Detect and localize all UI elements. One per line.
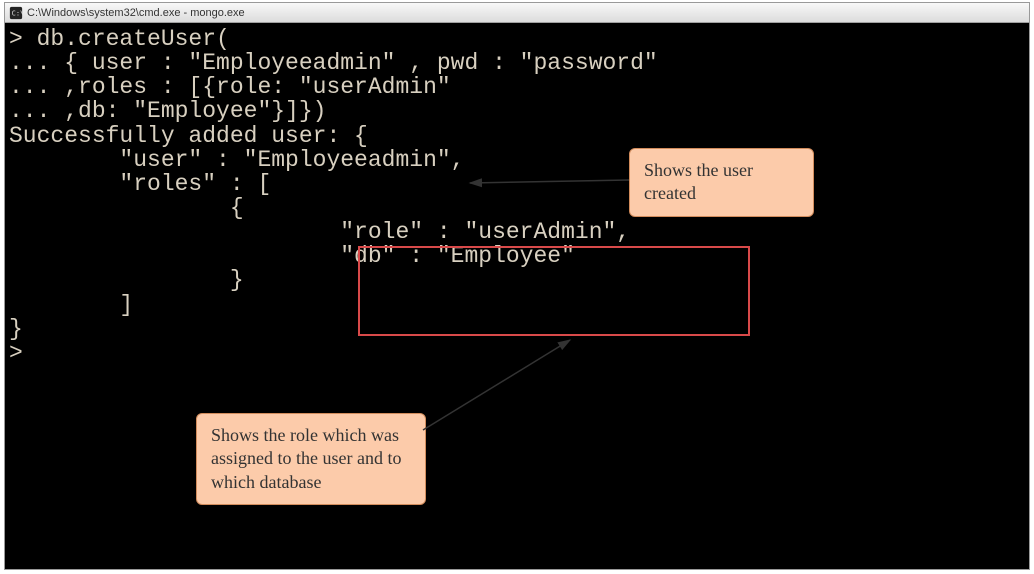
term-line: "db" : "Employee" xyxy=(9,243,575,269)
titlebar[interactable]: C:\ C:\Windows\system32\cmd.exe - mongo.… xyxy=(5,3,1029,23)
term-line: > xyxy=(9,340,23,366)
term-line: "user" : "Employeeadmin", xyxy=(9,147,464,173)
callout-user-created: Shows the user created xyxy=(629,148,814,217)
terminal-output[interactable]: > db.createUser( ... { user : "Employeea… xyxy=(5,23,1029,569)
cmd-window: C:\ C:\Windows\system32\cmd.exe - mongo.… xyxy=(4,2,1030,570)
window-title: C:\Windows\system32\cmd.exe - mongo.exe xyxy=(27,7,245,19)
term-line: > db.createUser( xyxy=(9,26,230,52)
term-line: ... { user : "Employeeadmin" , pwd : "pa… xyxy=(9,50,658,76)
term-line: } xyxy=(9,316,23,342)
term-line: Successfully added user: { xyxy=(9,123,368,149)
term-line: { xyxy=(9,195,244,221)
term-line: } xyxy=(9,267,244,293)
callout-role-assigned: Shows the role which was assigned to the… xyxy=(196,413,426,505)
term-line: ... ,db: "Employee"}]}) xyxy=(9,98,326,124)
term-line: ... ,roles : [{role: "userAdmin" xyxy=(9,74,451,100)
term-line: "role" : "userAdmin", xyxy=(9,219,630,245)
term-line: ] xyxy=(9,292,133,318)
svg-text:C:\: C:\ xyxy=(12,9,23,17)
cmd-icon: C:\ xyxy=(9,6,23,20)
term-line: "roles" : [ xyxy=(9,171,271,197)
